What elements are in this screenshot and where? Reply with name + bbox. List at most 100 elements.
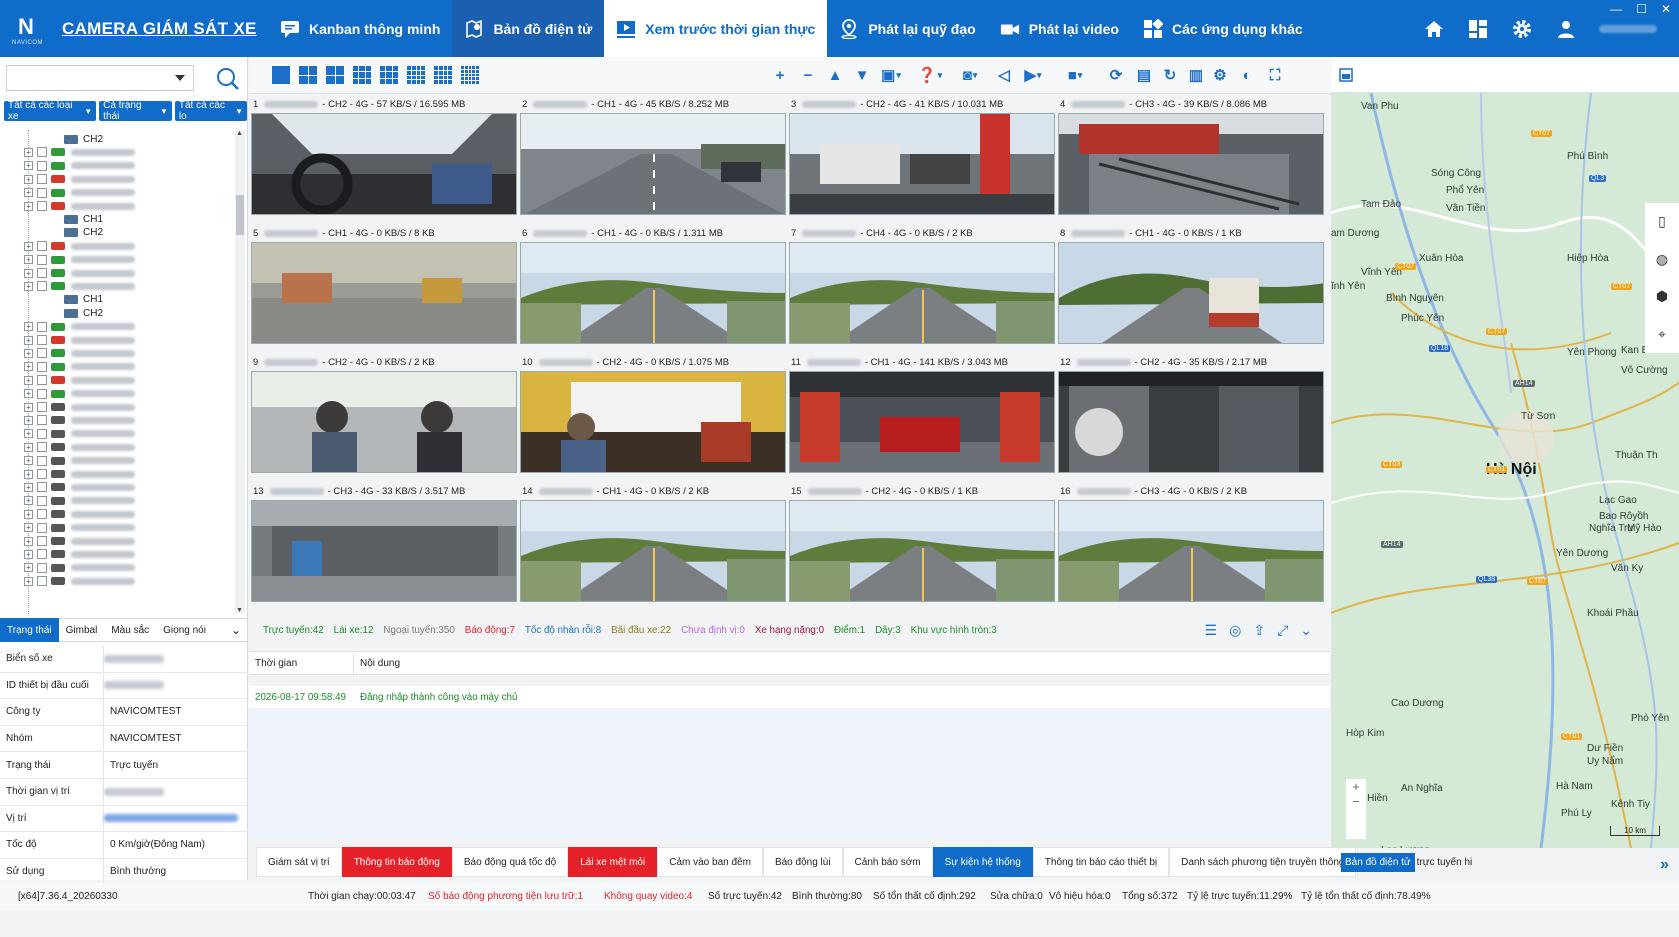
video-feed[interactable] xyxy=(1058,371,1324,473)
video-feed[interactable] xyxy=(789,371,1055,473)
video-tile[interactable]: 2 - CH1 - 4G - 45 KB/S / 8.252 MB xyxy=(520,96,788,215)
filter-vehicle-type[interactable]: Tất cả các loại xe ▼ xyxy=(4,100,97,122)
video-tile[interactable]: 1 - CH2 - 4G - 57 KB/S / 16.595 MB xyxy=(251,96,519,215)
video-tile[interactable]: 13 - CH3 - 4G - 33 KB/S / 3.517 MB xyxy=(251,483,519,602)
expand-toggle-icon[interactable]: + xyxy=(24,201,33,211)
compass-icon[interactable]: ◎ xyxy=(1229,622,1241,639)
tree-checkbox[interactable] xyxy=(37,576,47,587)
tree-checkbox[interactable] xyxy=(37,402,47,412)
video-tile[interactable]: 11 - CH1 - 4G - 141 KB/S / 3.043 MB xyxy=(789,354,1057,473)
expand-toggle-icon[interactable]: + xyxy=(24,496,33,506)
user-icon[interactable] xyxy=(1555,18,1577,40)
expand-toggle-icon[interactable]: + xyxy=(24,335,33,345)
video-tile[interactable]: 5 - CH1 - 4G - 0 KB/S / 8 KB xyxy=(251,225,519,344)
vehicle-search-combo[interactable] xyxy=(6,65,194,91)
map-globe-icon[interactable]: ◍ xyxy=(1656,251,1668,268)
bottom-tab[interactable]: Danh sách phương tiện truyền thông xyxy=(1169,847,1357,877)
search-button[interactable] xyxy=(214,65,242,93)
export-icon[interactable]: ⇪ xyxy=(1253,622,1265,639)
loop-icon[interactable]: ↻ xyxy=(1161,66,1179,84)
tree-channel-row[interactable]: CH2 xyxy=(0,226,236,240)
tree-vehicle-row[interactable]: + xyxy=(0,145,236,159)
nav-other-apps[interactable]: Các ứng dụng khác xyxy=(1131,0,1315,57)
tree-vehicle-row[interactable]: + xyxy=(0,387,236,401)
zoom-out-icon[interactable]: − xyxy=(799,66,817,84)
tab-status[interactable]: Trạng thái xyxy=(0,618,59,642)
video-feed[interactable] xyxy=(1058,113,1324,215)
map-tab-online[interactable]: trực tuyến hi xyxy=(1415,853,1475,872)
tree-checkbox[interactable] xyxy=(37,455,47,466)
tree-vehicle-row[interactable]: + xyxy=(0,239,236,253)
video-feed[interactable] xyxy=(520,500,786,602)
tree-vehicle-row[interactable]: + xyxy=(0,172,236,186)
video-tile[interactable]: 15 - CH2 - 4G - 0 KB/S / 1 KB xyxy=(789,483,1057,602)
tree-vehicle-row[interactable]: + xyxy=(0,373,236,387)
tree-checkbox[interactable] xyxy=(37,281,47,292)
tree-checkbox[interactable] xyxy=(37,361,47,372)
video-tile[interactable]: 4 - CH3 - 4G - 39 KB/S / 8.086 MB xyxy=(1058,96,1326,215)
layout-9-icon[interactable] xyxy=(406,65,426,85)
expand-toggle-icon[interactable]: + xyxy=(24,509,33,519)
close-button[interactable]: ✕ xyxy=(1661,2,1671,16)
save-icon[interactable]: ▤ xyxy=(1135,66,1153,84)
video-feed[interactable] xyxy=(1058,500,1324,602)
map-view[interactable]: Van Phu Phú Bình Sóng Công Phổ Yên Tam Đảo Vâ… xyxy=(1331,93,1679,848)
tree-checkbox[interactable] xyxy=(37,509,47,520)
tree-checkbox[interactable] xyxy=(37,201,47,211)
video-feed[interactable] xyxy=(520,113,786,215)
tree-checkbox[interactable] xyxy=(37,522,47,533)
tree-vehicle-row[interactable]: + xyxy=(0,494,236,508)
intercom-icon[interactable]: ◐ xyxy=(1238,66,1256,84)
tree-checkbox[interactable] xyxy=(37,348,47,359)
tree-checkbox[interactable] xyxy=(37,388,47,399)
tree-vehicle-row[interactable]: + xyxy=(0,467,236,481)
nav-kanban[interactable]: Kanban thông minh xyxy=(268,0,452,57)
layout-4-icon[interactable] xyxy=(325,65,345,85)
tree-checkbox[interactable] xyxy=(37,495,47,506)
video-feed[interactable] xyxy=(251,242,517,344)
tree-vehicle-row[interactable]: + xyxy=(0,574,236,588)
expand-icon[interactable]: ⤢ xyxy=(1277,622,1288,639)
tree-channel-row[interactable]: CH2 xyxy=(0,132,236,146)
zoom-out-button[interactable]: − xyxy=(1346,794,1366,809)
map-locate-icon[interactable]: ⌖ xyxy=(1658,326,1666,343)
video-feed[interactable] xyxy=(520,242,786,344)
expand-toggle-icon[interactable]: + xyxy=(24,402,33,412)
tree-vehicle-row[interactable]: + xyxy=(0,346,236,360)
video-feed[interactable] xyxy=(1058,242,1324,344)
tree-checkbox[interactable] xyxy=(37,187,47,198)
delete-icon[interactable]: ▥ xyxy=(1187,66,1205,84)
expand-toggle-icon[interactable]: + xyxy=(24,348,33,358)
stop-dropdown-icon[interactable]: ■ xyxy=(1066,66,1084,84)
layout-1-icon[interactable] xyxy=(271,65,291,85)
tree-vehicle-row[interactable]: + xyxy=(0,266,236,280)
tree-vehicle-row[interactable]: + xyxy=(0,454,236,468)
tilt-up-icon[interactable]: ▲ xyxy=(826,66,844,84)
tree-checkbox[interactable] xyxy=(37,482,47,493)
tab-color[interactable]: Màu sắc xyxy=(104,618,156,642)
mute-icon[interactable]: ◁ xyxy=(995,66,1013,84)
tree-channel-row[interactable]: CH1 xyxy=(0,293,236,307)
tree-checkbox[interactable] xyxy=(37,428,47,439)
expand-toggle-icon[interactable]: + xyxy=(24,375,33,385)
nav-realtime-preview[interactable]: Xem trước thời gian thực xyxy=(604,0,828,57)
tree-vehicle-row[interactable]: + xyxy=(0,507,236,521)
fullscreen-icon[interactable]: ⛶ xyxy=(1266,66,1284,84)
expand-toggle-icon[interactable]: + xyxy=(24,147,33,157)
bottom-tab[interactable]: Thông tin báo cáo thiết bị xyxy=(1032,847,1170,877)
video-feed[interactable] xyxy=(520,371,786,473)
tree-vehicle-row[interactable]: + xyxy=(0,253,236,267)
expand-toggle-icon[interactable]: + xyxy=(24,281,33,291)
video-feed[interactable] xyxy=(251,500,517,602)
tree-checkbox[interactable] xyxy=(37,415,47,426)
refresh-icon[interactable]: ⟳ xyxy=(1107,66,1125,84)
tab-gimbal[interactable]: Gimbal xyxy=(59,618,105,642)
layout-8-icon[interactable] xyxy=(379,65,399,85)
tree-vehicle-row[interactable]: + xyxy=(0,320,236,334)
video-tile[interactable]: 3 - CH2 - 4G - 41 KB/S / 10.031 MB xyxy=(789,96,1057,215)
video-feed[interactable] xyxy=(789,242,1055,344)
map-export-icon[interactable] xyxy=(1339,68,1353,82)
tab-voice[interactable]: Giọng nói xyxy=(156,618,213,642)
tree-vehicle-row[interactable]: + xyxy=(0,547,236,561)
tree-checkbox[interactable] xyxy=(37,469,47,479)
